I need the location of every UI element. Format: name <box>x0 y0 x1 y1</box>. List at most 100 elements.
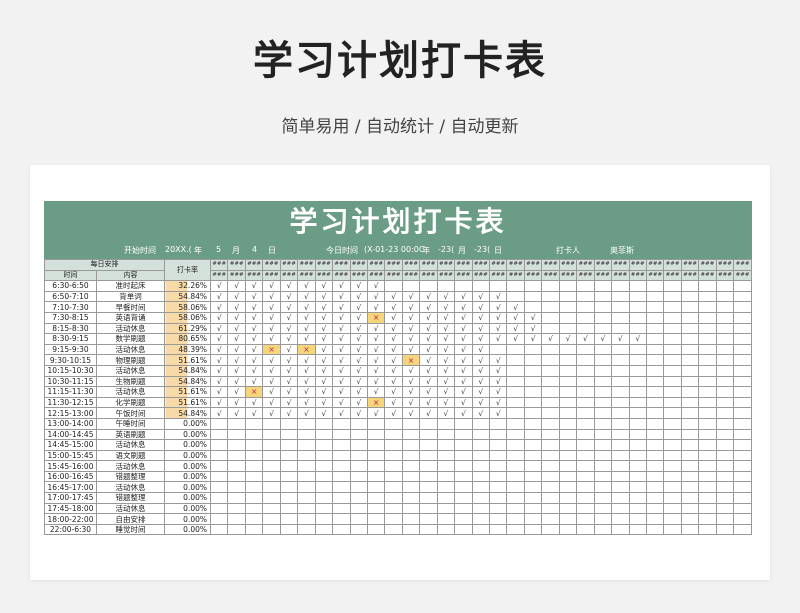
checkin-cell[interactable] <box>680 417 700 430</box>
checkin-cell[interactable] <box>262 460 281 472</box>
checkin-cell[interactable] <box>506 460 525 472</box>
checkin-cell[interactable] <box>244 481 264 494</box>
checkin-cell[interactable] <box>680 354 700 366</box>
checkin-cell[interactable] <box>454 470 473 483</box>
checkin-cell[interactable] <box>628 375 647 388</box>
checkin-cell[interactable] <box>576 322 595 335</box>
checkin-cell[interactable] <box>262 417 281 430</box>
checkin-cell[interactable] <box>593 449 613 462</box>
checkin-cell[interactable] <box>297 439 316 451</box>
checkin-cell[interactable] <box>628 322 647 335</box>
checkin-cell[interactable] <box>611 386 630 398</box>
checkin-cell[interactable] <box>541 428 560 441</box>
checkin-cell[interactable] <box>558 470 578 483</box>
checkin-cell[interactable]: √ <box>384 311 403 324</box>
checkin-cell[interactable]: √ <box>349 386 368 398</box>
checkin-cell[interactable] <box>384 280 403 292</box>
checkin-cell[interactable]: √ <box>332 322 351 335</box>
checkin-cell[interactable]: √ <box>419 396 438 409</box>
checkin-cell[interactable] <box>506 439 525 451</box>
checkin-cell[interactable] <box>558 343 578 356</box>
checkin-cell[interactable] <box>401 481 421 494</box>
checkin-cell[interactable] <box>523 301 543 313</box>
checkin-cell[interactable] <box>593 375 613 388</box>
checkin-cell[interactable]: √ <box>349 322 368 335</box>
checkin-cell[interactable] <box>698 417 717 430</box>
checkin-cell[interactable] <box>454 502 473 515</box>
checkin-cell[interactable]: √ <box>628 333 647 345</box>
checkin-cell[interactable] <box>715 280 735 292</box>
checkin-cell[interactable] <box>227 439 246 451</box>
checkin-cell[interactable] <box>611 396 630 409</box>
checkin-cell[interactable] <box>314 481 334 494</box>
checkin-cell[interactable] <box>628 396 647 409</box>
checkin-cell[interactable] <box>680 364 700 377</box>
checkin-cell[interactable] <box>715 322 735 335</box>
checkin-cell[interactable] <box>611 407 630 419</box>
checkin-cell[interactable] <box>611 290 630 303</box>
checkin-cell[interactable] <box>611 428 630 441</box>
checkin-cell[interactable] <box>576 492 595 504</box>
checkin-cell[interactable] <box>715 343 735 356</box>
checkin-cell[interactable] <box>506 396 525 409</box>
checkin-cell[interactable] <box>576 523 595 536</box>
checkin-cell[interactable] <box>715 502 735 515</box>
checkin-cell[interactable] <box>523 343 543 356</box>
checkin-cell[interactable]: √ <box>297 407 316 419</box>
checkin-cell[interactable] <box>332 502 351 515</box>
checkin-cell[interactable] <box>541 343 560 356</box>
checkin-cell[interactable]: √ <box>436 364 456 377</box>
checkin-cell[interactable] <box>209 417 229 430</box>
checkin-cell[interactable]: √ <box>384 354 403 366</box>
checkin-cell[interactable] <box>209 439 229 451</box>
checkin-cell[interactable]: √ <box>384 333 403 345</box>
checkin-cell[interactable] <box>663 502 682 515</box>
checkin-cell[interactable] <box>645 354 665 366</box>
checkin-cell[interactable]: √ <box>227 301 246 313</box>
checkin-cell[interactable] <box>680 311 700 324</box>
checkin-cell[interactable] <box>733 460 752 472</box>
checkin-cell[interactable] <box>419 417 438 430</box>
checkin-cell[interactable]: √ <box>262 301 281 313</box>
checkin-cell[interactable] <box>645 343 665 356</box>
checkin-cell[interactable] <box>471 502 491 515</box>
checkin-cell[interactable]: √ <box>366 386 386 398</box>
checkin-cell[interactable]: √ <box>366 343 386 356</box>
checkin-cell[interactable] <box>523 396 543 409</box>
checkin-cell[interactable] <box>645 460 665 472</box>
checkin-cell[interactable] <box>733 354 752 366</box>
checkin-cell[interactable] <box>715 481 735 494</box>
checkin-cell[interactable] <box>663 322 682 335</box>
checkin-cell[interactable]: √ <box>366 333 386 345</box>
checkin-cell[interactable] <box>593 311 613 324</box>
checkin-cell[interactable]: √ <box>401 301 421 313</box>
checkin-cell[interactable] <box>366 460 386 472</box>
checkin-cell[interactable] <box>541 354 560 366</box>
checkin-cell[interactable]: √ <box>244 375 264 388</box>
checkin-cell[interactable]: √ <box>209 290 229 303</box>
checkin-cell[interactable] <box>506 449 525 462</box>
checkin-cell[interactable] <box>680 343 700 356</box>
checkin-cell[interactable] <box>366 513 386 525</box>
checkin-cell[interactable] <box>611 322 630 335</box>
checkin-cell[interactable] <box>698 502 717 515</box>
checkin-cell[interactable] <box>436 460 456 472</box>
checkin-cell[interactable] <box>244 449 264 462</box>
checkin-cell[interactable] <box>506 470 525 483</box>
checkin-cell[interactable] <box>488 492 508 504</box>
checkin-cell[interactable] <box>419 280 438 292</box>
checkin-cell[interactable] <box>244 502 264 515</box>
checkin-cell[interactable] <box>488 280 508 292</box>
checkin-cell[interactable]: √ <box>262 364 281 377</box>
checkin-cell[interactable] <box>454 481 473 494</box>
checkin-cell[interactable] <box>488 428 508 441</box>
checkin-cell[interactable] <box>645 492 665 504</box>
checkin-cell[interactable] <box>645 301 665 313</box>
checkin-cell[interactable] <box>349 417 368 430</box>
checkin-cell[interactable] <box>366 492 386 504</box>
checkin-cell[interactable] <box>488 502 508 515</box>
checkin-cell[interactable]: √ <box>349 407 368 419</box>
checkin-cell[interactable] <box>698 375 717 388</box>
checkin-cell[interactable] <box>541 492 560 504</box>
checkin-cell[interactable] <box>576 354 595 366</box>
